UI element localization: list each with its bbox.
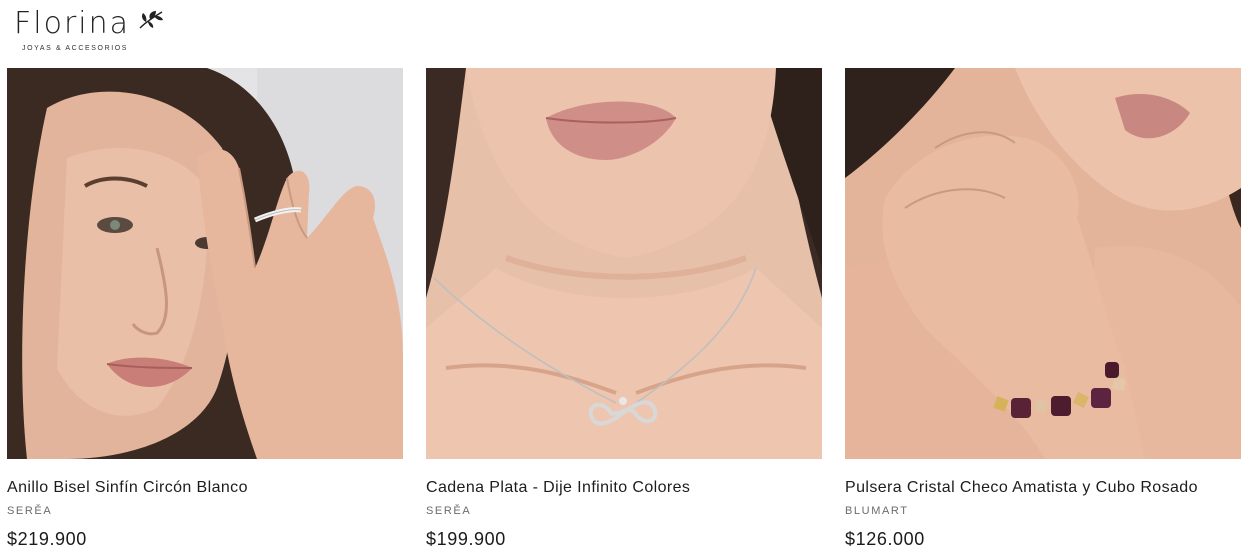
logo-tagline: JOYAS & ACCESORIOS [22,45,129,52]
store-logo[interactable]: Florina JOYAS & ACCESORIOS [14,4,164,56]
product-photo-ring [7,68,403,459]
product-card[interactable]: Pulsera Cristal Checo Amatista y Cubo Ro… [845,68,1241,549]
leaf-icon [139,11,163,29]
site-header: Florina JOYAS & ACCESORIOS [0,0,1246,66]
product-brand: SERĚA [426,505,472,517]
product-photo-necklace [426,68,822,459]
product-image[interactable] [7,68,403,459]
product-card[interactable]: Cadena Plata - Dije Infinito Colores SER… [426,68,822,549]
product-card[interactable]: Anillo Bisel Sinfín Circón Blanco SERĚA … [7,68,403,549]
product-brand: BLUMART [845,505,909,517]
product-name[interactable]: Cadena Plata - Dije Infinito Colores [426,479,690,497]
product-image[interactable] [845,68,1241,459]
product-price: $126.000 [845,529,925,549]
product-price: $199.900 [426,529,506,549]
product-price: $219.900 [7,529,87,549]
product-image[interactable] [426,68,822,459]
product-name[interactable]: Anillo Bisel Sinfín Circón Blanco [7,479,248,497]
product-brand: SERĚA [7,505,53,517]
product-name[interactable]: Pulsera Cristal Checo Amatista y Cubo Ro… [845,479,1198,497]
product-photo-bracelet [845,68,1241,459]
logo-wordmark: Florina [14,6,131,41]
